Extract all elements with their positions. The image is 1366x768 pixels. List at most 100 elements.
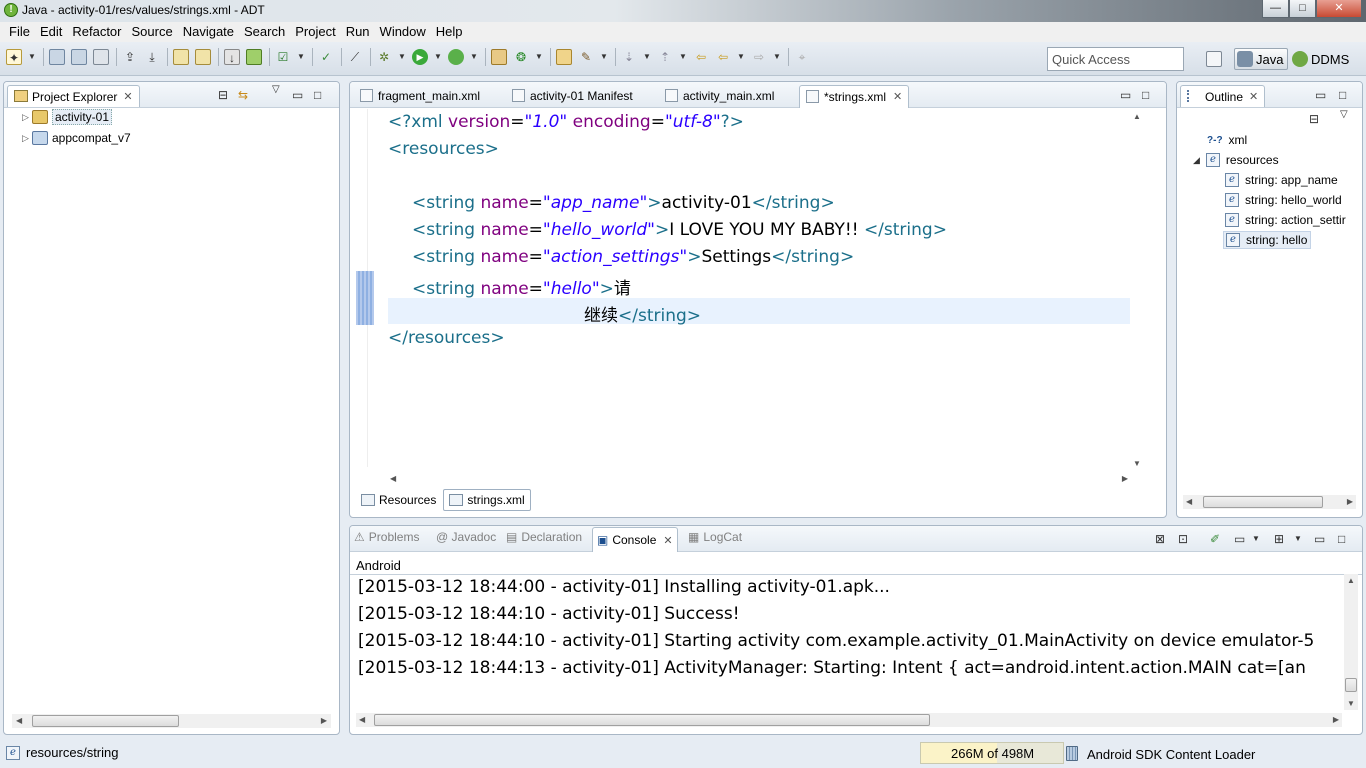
quick-access-field[interactable]: Quick Access bbox=[1047, 47, 1184, 71]
menu-search[interactable]: Search bbox=[239, 22, 290, 42]
scroll-lock-icon[interactable]: ⊡ bbox=[1178, 532, 1188, 546]
view-menu-icon[interactable]: ▽ bbox=[272, 84, 280, 95]
new-java-project-icon[interactable] bbox=[491, 49, 507, 65]
horizontal-scrollbar[interactable]: ◀ ▶ bbox=[12, 714, 331, 728]
scroll-thumb[interactable] bbox=[374, 714, 930, 726]
page-tab-resources[interactable]: Resources bbox=[356, 489, 441, 511]
menu-window[interactable]: Window bbox=[375, 22, 431, 42]
dropdown-icon[interactable]: ▼ bbox=[1294, 534, 1302, 543]
scroll-up-icon[interactable]: ▲ bbox=[1347, 576, 1355, 585]
scroll-thumb[interactable] bbox=[1345, 678, 1357, 692]
print-icon[interactable] bbox=[93, 49, 109, 65]
menu-run[interactable]: Run bbox=[341, 22, 375, 42]
minimize-view-icon[interactable]: ▭ bbox=[1315, 88, 1326, 102]
pin-console-icon[interactable]: ✐ bbox=[1210, 532, 1220, 546]
search-icon[interactable]: ✎ bbox=[578, 49, 594, 65]
menu-project[interactable]: Project bbox=[290, 22, 340, 42]
tab-console[interactable]: ▣ Console ✕ bbox=[592, 527, 678, 552]
scroll-down-icon[interactable]: ▼ bbox=[1133, 459, 1141, 468]
clean-icon[interactable] bbox=[195, 49, 211, 65]
external-tools-icon[interactable] bbox=[448, 49, 464, 65]
forward-icon[interactable]: ⇨ bbox=[751, 49, 767, 65]
last-edit-icon[interactable]: ⇦ bbox=[693, 49, 709, 65]
menu-navigate[interactable]: Navigate bbox=[178, 22, 239, 42]
editor-tab-strings[interactable]: *strings.xml ✕ bbox=[799, 85, 910, 108]
scroll-right-icon[interactable]: ▶ bbox=[1122, 474, 1128, 483]
link-with-editor-icon[interactable]: ⇆ bbox=[238, 88, 248, 102]
open-perspective-icon[interactable] bbox=[1206, 51, 1222, 67]
perspective-java[interactable]: Java bbox=[1234, 48, 1288, 70]
view-menu-icon[interactable]: ▽ bbox=[1340, 109, 1348, 120]
dropdown-icon[interactable]: ▼ bbox=[470, 49, 478, 65]
heap-status[interactable]: 266M of 498M bbox=[920, 742, 1064, 764]
editor-tab-activity-main[interactable]: activity_main.xml bbox=[659, 85, 780, 108]
dropdown-icon[interactable]: ▼ bbox=[28, 49, 36, 65]
outline-item-action-settings[interactable]: e string: action_settir bbox=[1225, 211, 1346, 229]
android-sdk-icon[interactable] bbox=[246, 49, 262, 65]
tab-logcat[interactable]: ▦ LogCat bbox=[688, 530, 742, 544]
close-icon[interactable]: ✕ bbox=[663, 534, 672, 547]
minimize-view-icon[interactable]: ▭ bbox=[1314, 532, 1325, 546]
collapse-all-icon[interactable]: ⊟ bbox=[1309, 112, 1319, 126]
close-tab-icon[interactable]: ✕ bbox=[893, 90, 902, 108]
build-icon[interactable] bbox=[173, 49, 189, 65]
dropdown-icon[interactable]: ▼ bbox=[1252, 534, 1260, 543]
outline-item-hello[interactable]: e string: hello bbox=[1223, 231, 1312, 249]
debug-icon[interactable]: ✲ bbox=[376, 49, 392, 65]
menu-help[interactable]: Help bbox=[431, 22, 468, 42]
outline-item-hello-world[interactable]: e string: hello_world bbox=[1225, 191, 1342, 209]
close-button[interactable]: ✕ bbox=[1316, 0, 1362, 18]
minimize-view-icon[interactable]: ▭ bbox=[1120, 88, 1131, 102]
dropdown-icon[interactable]: ▼ bbox=[643, 49, 651, 65]
scroll-right-icon[interactable]: ▶ bbox=[321, 716, 327, 725]
pin-editor-icon[interactable]: ⌖ bbox=[794, 49, 810, 65]
menu-file[interactable]: File bbox=[4, 22, 35, 42]
maximize-view-icon[interactable]: □ bbox=[1338, 532, 1345, 546]
new-icon[interactable]: ✦ bbox=[6, 49, 22, 65]
menu-source[interactable]: Source bbox=[127, 22, 178, 42]
minimize-view-icon[interactable]: ▭ bbox=[292, 88, 303, 102]
scroll-thumb[interactable] bbox=[32, 715, 179, 727]
display-console-icon[interactable]: ▭ bbox=[1234, 532, 1245, 546]
console-horizontal-scrollbar[interactable]: ◀ ▶ bbox=[356, 713, 1342, 727]
lint-icon[interactable]: ✓ bbox=[318, 49, 334, 65]
maximize-view-icon[interactable]: □ bbox=[1339, 88, 1346, 102]
open-console-icon[interactable]: ⊞ bbox=[1274, 532, 1284, 546]
scroll-left-icon[interactable]: ◀ bbox=[359, 715, 365, 724]
tab-problems[interactable]: ⚠ Problems bbox=[354, 530, 419, 544]
garbage-collect-icon[interactable] bbox=[1066, 746, 1078, 761]
scroll-left-icon[interactable]: ◀ bbox=[16, 716, 22, 725]
minimize-button[interactable]: — bbox=[1262, 0, 1289, 18]
save-icon[interactable] bbox=[49, 49, 65, 65]
dropdown-icon[interactable]: ▼ bbox=[398, 49, 406, 65]
maximize-view-icon[interactable]: □ bbox=[1142, 88, 1149, 102]
scroll-thumb[interactable] bbox=[1203, 496, 1323, 508]
menu-refactor[interactable]: Refactor bbox=[67, 22, 126, 42]
page-tab-strings-xml[interactable]: strings.xml bbox=[443, 489, 531, 511]
next-annotation-icon[interactable]: ⇣ bbox=[621, 49, 637, 65]
editor-vertical-scrollbar[interactable]: ▲ ▼ bbox=[1130, 110, 1144, 470]
dropdown-icon[interactable]: ▼ bbox=[773, 49, 781, 65]
run-icon[interactable]: ▶ bbox=[412, 49, 428, 65]
dropdown-icon[interactable]: ▼ bbox=[297, 49, 305, 65]
download-icon[interactable]: ↓ bbox=[224, 49, 240, 65]
tab-javadoc[interactable]: @ Javadoc bbox=[436, 530, 496, 544]
editor-tab-manifest[interactable]: activity-01 Manifest bbox=[506, 85, 639, 108]
editor-tab-fragment-main[interactable]: fragment_main.xml bbox=[354, 85, 486, 108]
scroll-left-icon[interactable]: ◀ bbox=[1186, 497, 1192, 506]
close-icon[interactable]: ✕ bbox=[1249, 90, 1258, 103]
import-icon[interactable]: ⤓ bbox=[144, 49, 160, 65]
export-icon[interactable]: ⇪ bbox=[122, 49, 138, 65]
open-type-icon[interactable] bbox=[556, 49, 572, 65]
tab-project-explorer[interactable]: Project Explorer ✕ bbox=[7, 85, 140, 107]
back-icon[interactable]: ⇦ bbox=[715, 49, 731, 65]
expand-arrow-icon[interactable]: ▷ bbox=[22, 133, 32, 144]
editor-horizontal-scrollbar[interactable]: ◀ ▶ bbox=[388, 472, 1130, 486]
dropdown-icon[interactable]: ▼ bbox=[434, 49, 442, 65]
tree-item-appcompat-v7[interactable]: ▷ appcompat_v7 bbox=[22, 129, 131, 147]
outline-item-xml[interactable]: ?-? xml bbox=[1207, 131, 1247, 149]
scroll-left-icon[interactable]: ◀ bbox=[390, 474, 396, 483]
code-editor[interactable]: <?xml version="1.0" encoding="utf-8"?> <… bbox=[354, 109, 1136, 467]
outline-horizontal-scrollbar[interactable]: ◀ ▶ bbox=[1183, 495, 1356, 509]
perspective-ddms[interactable]: DDMS bbox=[1292, 48, 1349, 70]
